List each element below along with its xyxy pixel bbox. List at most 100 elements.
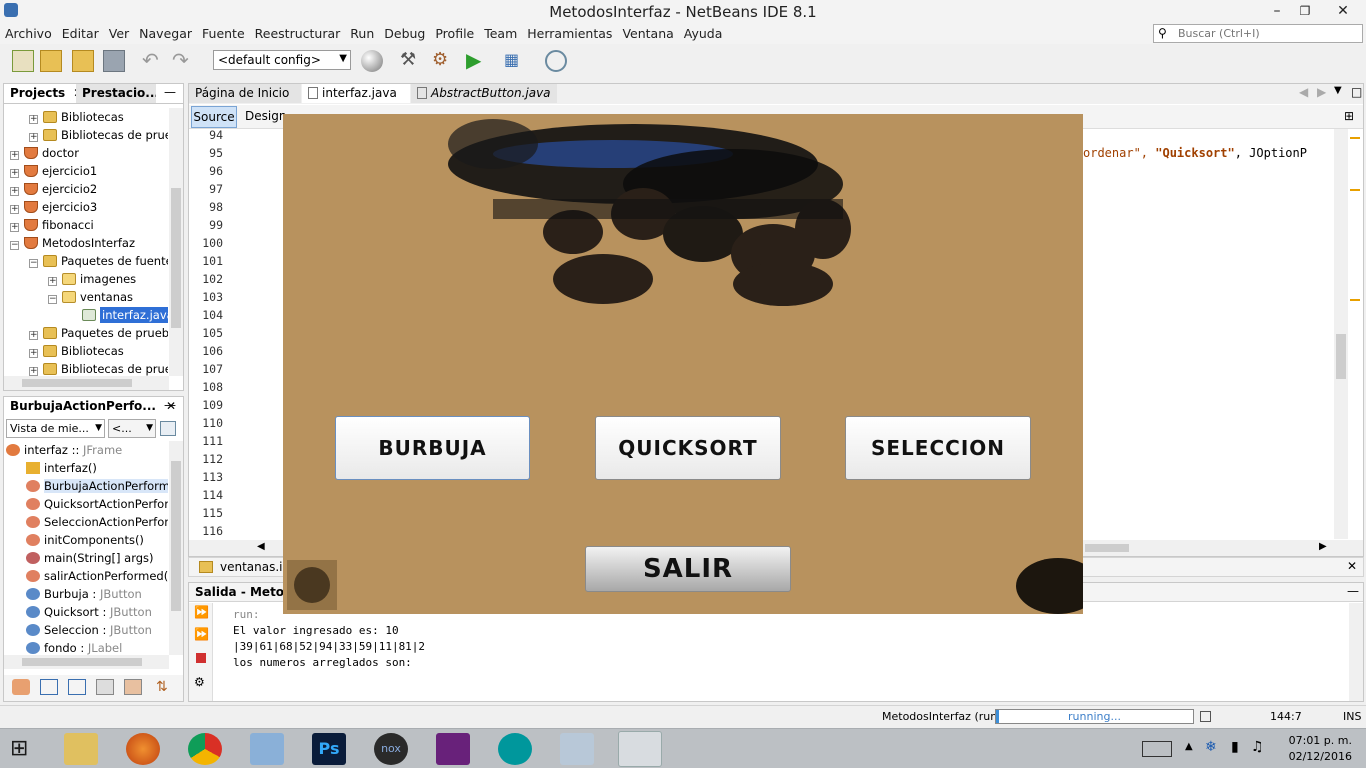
expand-toggle-icon[interactable]: + — [10, 187, 19, 196]
navigator-item[interactable]: SeleccionActionPerforme — [26, 513, 168, 531]
notes-icon[interactable] — [560, 733, 594, 765]
menu-debug[interactable]: Debug — [379, 24, 430, 41]
tree-item[interactable]: + ejercicio2 — [10, 180, 97, 198]
config-select[interactable]: <default config> ▼ — [213, 50, 351, 70]
tree-item[interactable]: + Bibliotecas de prueba — [29, 126, 168, 144]
maximize-editor-icon[interactable]: □ — [1351, 85, 1362, 99]
menu-run[interactable]: Run — [345, 24, 379, 41]
open-project-icon[interactable] — [72, 50, 94, 72]
menu-ayuda[interactable]: Ayuda — [679, 24, 728, 41]
burbuja-button[interactable]: BURBUJA — [335, 416, 530, 480]
status-project[interactable]: MetodosInterfaz (run) — [882, 710, 1002, 723]
code-line-95[interactable]: ordenar", "Quicksort", JOptionP — [1083, 146, 1307, 160]
chrome-icon[interactable] — [188, 733, 222, 765]
tab-design[interactable]: Design — [245, 109, 286, 123]
filter-select[interactable]: <... ▼ — [108, 419, 156, 438]
tab-source[interactable]: Source — [191, 106, 237, 128]
split-editor-icon[interactable]: ⊞ — [1344, 109, 1354, 123]
expand-toggle-icon[interactable]: + — [10, 151, 19, 160]
visual-studio-icon[interactable] — [436, 733, 470, 765]
nonpublic-filter-icon[interactable] — [96, 679, 114, 695]
photoshop-icon[interactable]: Ps — [312, 733, 346, 765]
expand-toggle-icon[interactable]: + — [10, 205, 19, 214]
battery-icon[interactable]: ▮ — [1231, 739, 1239, 755]
close-button[interactable]: ✕ — [1320, 0, 1366, 22]
navigator-item[interactable]: BurbujaActionPerformed — [26, 477, 168, 495]
debug-icon[interactable]: ▦ — [504, 50, 526, 72]
tree-item[interactable]: + imagenes — [48, 270, 136, 288]
seleccion-button[interactable]: SELECCION — [845, 416, 1031, 480]
expand-toggle-icon[interactable]: − — [48, 295, 57, 304]
horizontal-scrollbar[interactable] — [4, 655, 169, 669]
salir-button[interactable]: SALIR — [585, 546, 791, 592]
menu-ventana[interactable]: Ventana — [617, 24, 678, 41]
tab-list-icon[interactable]: ▼ — [1334, 85, 1342, 96]
save-all-icon[interactable] — [103, 50, 125, 72]
menu-fuente[interactable]: Fuente — [197, 24, 250, 41]
globe-icon[interactable] — [361, 50, 383, 72]
search-box[interactable]: ⚲ — [1153, 24, 1363, 43]
profile-icon[interactable] — [545, 50, 567, 72]
file-explorer-icon[interactable] — [64, 733, 98, 765]
navigator-item[interactable]: interfaz() — [26, 459, 97, 477]
tree-item[interactable]: + ejercicio3 — [10, 198, 97, 216]
build-hammer-icon[interactable]: ⚒ — [400, 50, 422, 72]
menu-archivo[interactable]: Archivo — [0, 24, 57, 41]
expand-toggle-icon[interactable]: + — [29, 349, 38, 358]
output-vertical-scrollbar[interactable] — [1349, 603, 1363, 701]
expand-toggle-icon[interactable]: + — [10, 223, 19, 232]
expand-toggle-icon[interactable]: + — [29, 331, 38, 340]
tree-item[interactable]: + Bibliotecas — [29, 108, 124, 126]
editor-vertical-scrollbar[interactable] — [1334, 129, 1348, 539]
minimize-panel-icon[interactable]: — — [164, 398, 176, 412]
expand-toggle-icon[interactable]: + — [29, 115, 38, 124]
new-file-icon[interactable] — [12, 50, 34, 72]
menu-editar[interactable]: Editar — [57, 24, 104, 41]
undo-icon[interactable]: ↶ — [142, 50, 164, 72]
expand-toggle-icon[interactable]: − — [10, 241, 19, 250]
expand-toggle-icon[interactable]: + — [29, 367, 38, 376]
navigator-item[interactable]: salirActionPerformed(Act — [26, 567, 168, 585]
cancel-process-icon[interactable] — [1200, 711, 1211, 722]
tree-item[interactable]: − Paquetes de fuentes — [29, 252, 168, 270]
tab-navigator[interactable]: BurbujaActionPerfo... ✕ — [4, 397, 180, 416]
restore-button[interactable]: ❐ — [1290, 0, 1320, 22]
prev-tab-icon[interactable]: ◀ — [1299, 85, 1308, 99]
tree-item[interactable]: + fibonacci — [10, 216, 94, 234]
navigator-item[interactable]: main(String[] args) — [26, 549, 154, 567]
members-filter-icon[interactable] — [12, 679, 30, 695]
virtualbox-icon[interactable] — [250, 733, 284, 765]
expand-toggle-icon[interactable]: + — [10, 169, 19, 178]
navigator-item[interactable]: fondo : JLabel — [26, 639, 122, 655]
menu-reestructurar[interactable]: Reestructurar — [250, 24, 346, 41]
tab-pagina-inicio[interactable]: Página de Inicio✕ — [189, 84, 301, 103]
horizontal-scrollbar[interactable] — [4, 376, 169, 390]
fields-filter-icon[interactable] — [40, 679, 58, 695]
close-breadcrumb-icon[interactable]: ✕ — [1347, 559, 1357, 573]
menu-navegar[interactable]: Navegar — [134, 24, 197, 41]
tree-item[interactable]: + ejercicio1 — [10, 162, 97, 180]
search-input[interactable] — [1178, 26, 1358, 41]
navigator-options-icon[interactable] — [160, 421, 176, 436]
inherited-filter-icon[interactable] — [124, 679, 142, 695]
expand-toggle-icon[interactable]: − — [29, 259, 38, 268]
sort-icon[interactable]: ⇅ — [156, 679, 174, 695]
expand-toggle-icon[interactable]: + — [48, 277, 57, 286]
tree-item[interactable]: − MetodosInterfaz — [10, 234, 135, 252]
java-app-icon[interactable] — [618, 731, 662, 767]
clock-date[interactable]: 02/12/2016 — [1282, 750, 1352, 763]
tree-item[interactable]: + Bibliotecas — [29, 342, 124, 360]
navigator-item[interactable]: interfaz :: JFrame — [6, 441, 122, 459]
tab-abstractbutton-java[interactable]: AbstractButton.java✕ — [411, 84, 557, 103]
menu-ver[interactable]: Ver — [104, 24, 134, 41]
rerun-icon[interactable]: ⏩ — [194, 605, 209, 619]
menu-team[interactable]: Team — [479, 24, 522, 41]
menu-profile[interactable]: Profile — [430, 24, 479, 41]
static-filter-icon[interactable] — [68, 679, 86, 695]
snowflake-icon[interactable]: ❄ — [1205, 739, 1217, 755]
volume-icon[interactable]: ♫ — [1251, 739, 1264, 755]
keyboard-icon[interactable] — [1142, 741, 1172, 757]
nox-icon[interactable]: nox — [374, 733, 408, 765]
firefox-icon[interactable] — [126, 733, 160, 765]
show-hidden-icons-icon[interactable]: ▲ — [1185, 741, 1193, 752]
